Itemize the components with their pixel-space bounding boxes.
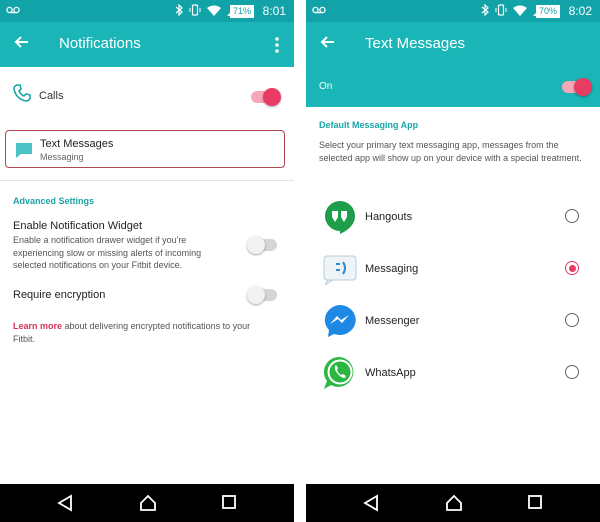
navigation-bar (306, 484, 600, 522)
vibrate-icon (495, 4, 507, 19)
widget-title: Enable Notification Widget (13, 220, 143, 232)
app-radio[interactable] (565, 209, 579, 223)
app-option-hangouts[interactable]: Hangouts (306, 192, 600, 244)
text-messages-toggle[interactable] (562, 78, 592, 96)
learn-more-text: Learn more about delivering encrypted no… (13, 320, 273, 345)
app-label: WhatsApp (365, 367, 416, 379)
app-label: Messaging (365, 263, 419, 275)
app-label: Messenger (365, 315, 420, 327)
divider (0, 180, 294, 181)
encryption-toggle[interactable] (247, 286, 277, 304)
encryption-title: Require encryption (13, 289, 106, 301)
vibrate-icon (189, 4, 201, 19)
nav-recents-icon[interactable] (222, 495, 236, 514)
screen-gap (294, 0, 306, 522)
more-vert-icon[interactable] (274, 36, 280, 54)
hangouts-icon (322, 199, 358, 235)
status-bar: 70% 8:02 (306, 0, 600, 22)
nav-recents-icon[interactable] (528, 495, 542, 514)
app-radio[interactable] (565, 365, 579, 379)
nav-home-icon[interactable] (139, 494, 157, 517)
app-bar: Text Messages (306, 22, 600, 67)
bluetooth-icon (175, 3, 183, 19)
arrow-back-icon[interactable] (14, 34, 34, 54)
battery-level: 71% (229, 5, 254, 18)
app-option-messenger[interactable]: Messenger (306, 296, 600, 348)
on-label: On (319, 81, 333, 92)
on-row[interactable]: On (306, 67, 600, 107)
app-bar: Notifications (0, 22, 294, 67)
wifi-icon (207, 5, 221, 19)
page-title: Notifications (59, 35, 141, 52)
whatsapp-icon (322, 355, 358, 391)
calls-label: Calls (39, 90, 64, 102)
clock: 8:02 (568, 4, 592, 18)
app-option-whatsapp[interactable]: WhatsApp (306, 348, 600, 400)
voicemail-icon (312, 5, 326, 17)
app-radio[interactable] (565, 313, 579, 327)
phone-icon (13, 84, 31, 107)
message-icon (15, 142, 33, 164)
text-messages-label: Text Messages (40, 138, 114, 150)
clock: 8:01 (262, 4, 286, 18)
bluetooth-icon (481, 3, 489, 19)
wifi-icon (513, 5, 527, 19)
app-label: Hangouts (365, 211, 413, 223)
advanced-settings-heading: Advanced Settings (13, 196, 95, 206)
calls-toggle[interactable] (251, 88, 281, 106)
battery-level: 70% (535, 5, 560, 18)
messenger-icon (322, 303, 358, 339)
text-messages-row[interactable]: Text Messages Messaging (5, 130, 285, 168)
voicemail-icon (6, 5, 20, 17)
page-title: Text Messages (365, 35, 466, 52)
nav-back-icon[interactable] (363, 494, 379, 517)
widget-toggle[interactable] (247, 236, 277, 254)
widget-description: Enable a notification drawer widget if y… (13, 235, 202, 270)
app-radio-selected[interactable] (565, 261, 579, 275)
messaging-icon (322, 251, 358, 287)
notifications-screen: 71% 8:01 Notifications Calls Text Messag… (0, 0, 294, 522)
app-option-messaging[interactable]: Messaging (306, 244, 600, 296)
learn-more-link[interactable]: Learn more (13, 321, 62, 331)
navigation-bar (0, 484, 294, 522)
nav-home-icon[interactable] (445, 494, 463, 517)
nav-back-icon[interactable] (57, 494, 73, 517)
text-messages-sublabel: Messaging (40, 152, 84, 162)
default-app-description: Select your primary text messaging app, … (319, 140, 582, 163)
status-bar: 71% 8:01 (0, 0, 294, 22)
calls-row[interactable]: Calls (0, 76, 294, 118)
arrow-back-icon[interactable] (320, 34, 340, 54)
text-messages-screen: 70% 8:02 Text Messages On Default Messag… (306, 0, 600, 522)
default-app-heading: Default Messaging App (319, 120, 419, 130)
